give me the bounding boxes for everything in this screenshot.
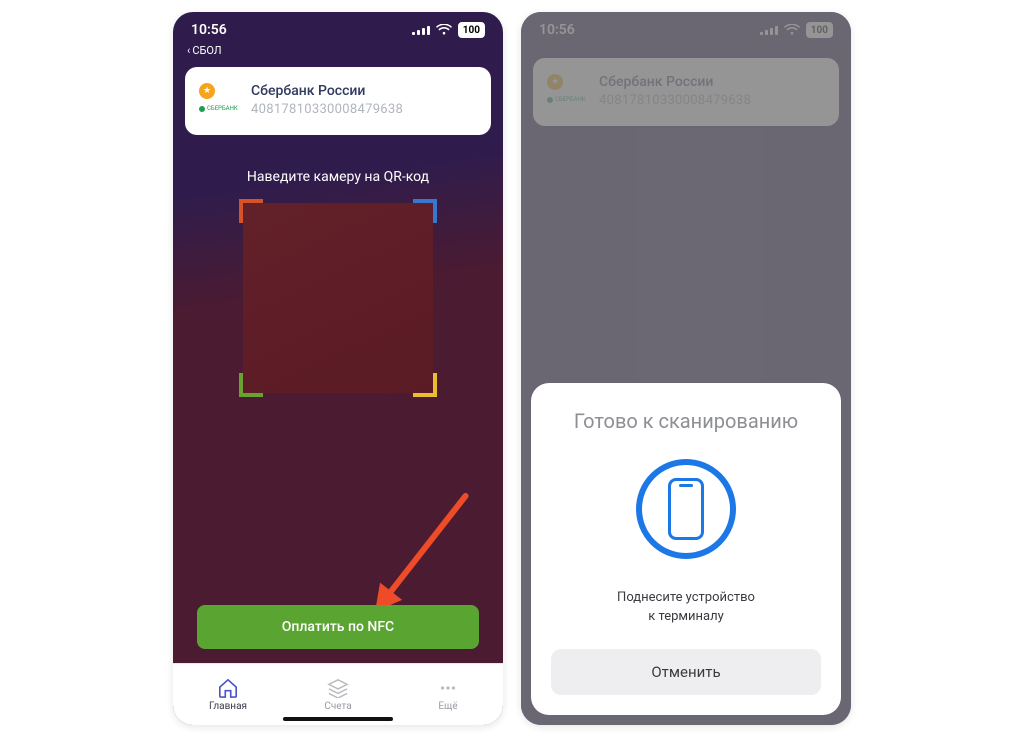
phone-screen-qr: 10:56 100 ‹ СБОЛ ★ СБЕРБАНК Сбербанк Рос… bbox=[173, 12, 503, 725]
sheet-title: Готово к сканированию bbox=[551, 409, 821, 433]
status-time: 10:56 bbox=[191, 22, 227, 38]
star-icon: ★ bbox=[199, 83, 215, 99]
sheet-subtitle: Поднесите устройство к терминалу bbox=[551, 589, 821, 627]
nfc-phone-icon bbox=[636, 459, 736, 559]
bank-name: Сбербанк России bbox=[251, 83, 477, 99]
phone-screen-nfc-sheet: 10:56 100 ★ СБЕРБАНК Сбербанк России 408… bbox=[521, 12, 851, 725]
pay-nfc-button[interactable]: Оплатить по NFC bbox=[197, 605, 479, 649]
bank-account-card[interactable]: ★ СБЕРБАНК Сбербанк России 4081781033000… bbox=[185, 67, 491, 135]
annotation-arrow bbox=[386, 492, 470, 597]
qr-hint-text: Наведите камеру на QR-код bbox=[173, 169, 503, 185]
qr-scanner-area: Наведите камеру на QR-код bbox=[173, 135, 503, 393]
corner-icon bbox=[413, 199, 437, 223]
chevron-left-icon: ‹ bbox=[187, 44, 190, 57]
nav-accounts[interactable]: Счета bbox=[283, 664, 393, 725]
cancel-button[interactable]: Отменить bbox=[551, 649, 821, 695]
dots-icon bbox=[437, 678, 459, 698]
corner-icon bbox=[413, 373, 437, 397]
bottom-nav: Главная Счета Ещё bbox=[173, 663, 503, 725]
bank-logo: СБЕРБАНК bbox=[199, 105, 239, 112]
qr-viewfinder bbox=[243, 203, 433, 393]
house-icon bbox=[217, 678, 239, 698]
status-bar: 10:56 100 bbox=[173, 12, 503, 48]
back-link[interactable]: ‹ СБОЛ bbox=[173, 44, 503, 57]
layers-icon bbox=[327, 678, 349, 698]
home-indicator bbox=[283, 717, 393, 721]
battery-icon: 100 bbox=[458, 22, 485, 38]
nav-home[interactable]: Главная bbox=[173, 664, 283, 725]
cellular-icon bbox=[412, 26, 430, 35]
corner-icon bbox=[239, 373, 263, 397]
account-number: 40817810330008479638 bbox=[251, 102, 477, 117]
nfc-ready-sheet: Готово к сканированию Поднесите устройст… bbox=[531, 383, 841, 715]
wifi-icon bbox=[436, 24, 452, 36]
corner-icon bbox=[239, 199, 263, 223]
nav-more[interactable]: Ещё bbox=[393, 664, 503, 725]
